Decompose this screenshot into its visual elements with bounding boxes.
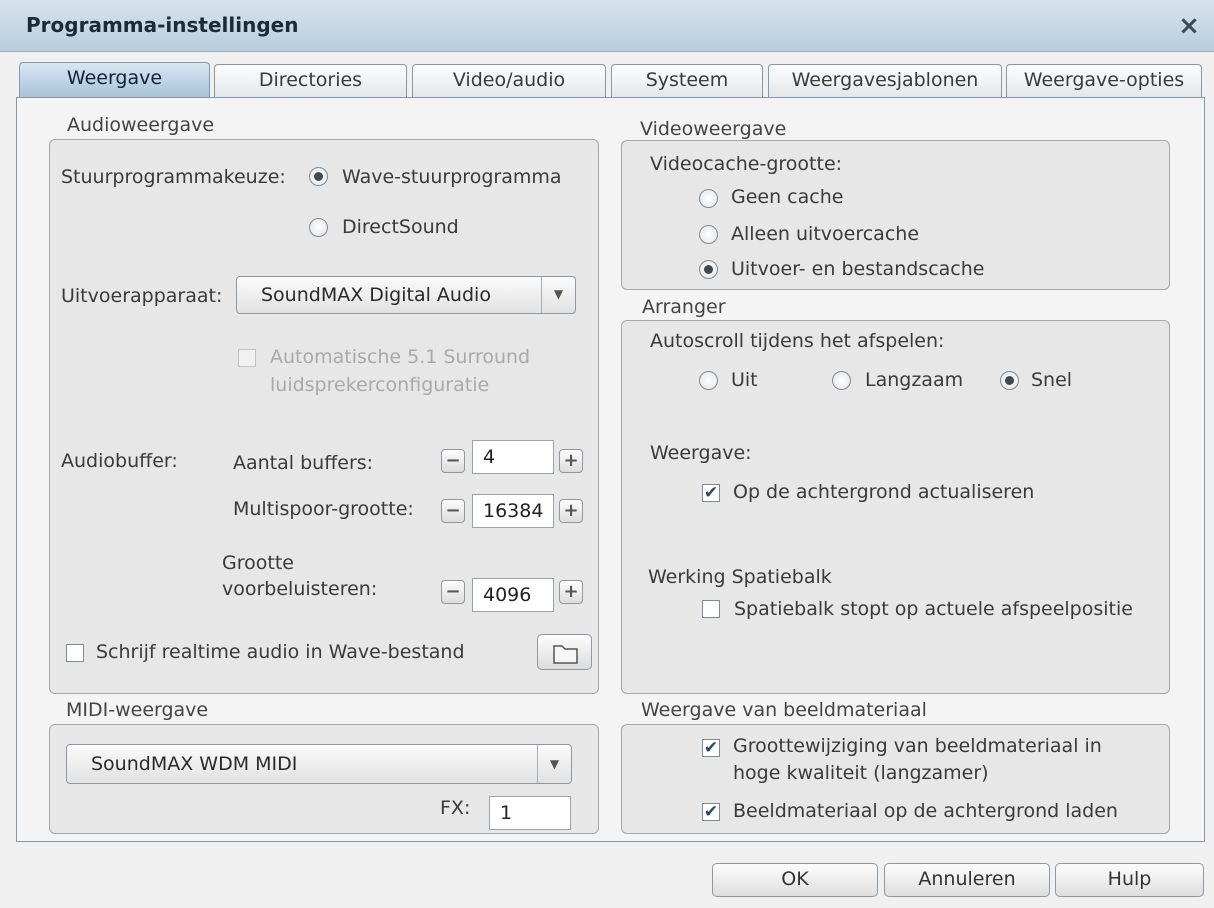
midi-group-title: MIDI-weergave xyxy=(66,699,209,721)
fx-input[interactable]: 1 xyxy=(489,796,571,830)
midi-device-combo[interactable]: SoundMAX WDM MIDI ▼ xyxy=(66,744,572,784)
surround-label-2: luidsprekerconfiguratie xyxy=(270,374,490,396)
radio-autoscroll-slow[interactable] xyxy=(832,371,851,390)
no-cache-label: Geen cache xyxy=(731,186,844,208)
preview-input[interactable]: 4096 xyxy=(472,578,554,612)
display-label: Weergave: xyxy=(650,442,752,464)
radio-autoscroll-fast[interactable] xyxy=(1000,371,1019,390)
autoscroll-fast-label: Snel xyxy=(1031,369,1073,391)
audio-group-title: Audioweergave xyxy=(67,114,215,136)
spacebar-label: Werking Spatiebalk xyxy=(648,566,832,588)
tab-video-audio[interactable]: Video/audio xyxy=(412,64,606,98)
surround-label-1: Automatische 5.1 Surround xyxy=(270,346,531,368)
folder-icon xyxy=(553,645,578,664)
tab-systeem[interactable]: Systeem xyxy=(611,64,763,98)
preview-label-2: voorbeluisteren: xyxy=(222,578,378,600)
help-button[interactable]: Hulp xyxy=(1055,863,1204,897)
buffers-input[interactable]: 4 xyxy=(472,440,554,474)
resize-quality-label-1: Groottewijziging van beeldmateriaal in xyxy=(733,735,1102,757)
multitrack-plus-button[interactable]: + xyxy=(559,499,583,523)
multitrack-input[interactable]: 16384 xyxy=(472,494,554,528)
chevron-down-icon[interactable]: ▼ xyxy=(537,745,571,783)
preview-plus-button[interactable]: + xyxy=(559,580,583,604)
wave-driver-label: Wave-stuurprogramma xyxy=(342,166,562,188)
preview-minus-button[interactable]: − xyxy=(441,580,465,604)
resize-quality-checkbox[interactable]: ✔ xyxy=(702,739,720,757)
browse-folder-button[interactable] xyxy=(537,634,592,670)
autoscroll-off-label: Uit xyxy=(731,369,758,391)
autoscroll-label: Autoscroll tijdens het afspelen: xyxy=(650,330,945,352)
arranger-group-title: Arranger xyxy=(642,296,726,318)
resize-quality-label-2: hoge kwaliteit (langzamer) xyxy=(733,762,989,784)
radio-autoscroll-off[interactable] xyxy=(699,371,718,390)
radio-output-file-cache[interactable] xyxy=(699,260,718,279)
videocache-label: Videocache-grootte: xyxy=(650,153,843,175)
background-load-label: Beeldmateriaal op de achtergrond laden xyxy=(733,800,1118,822)
audiobuffer-label: Audiobuffer: xyxy=(61,450,178,472)
images-group-title: Weergave van beeldmateriaal xyxy=(641,699,927,721)
tab-weergavesjablonen[interactable]: Weergavesjablonen xyxy=(768,64,1002,98)
tab-directories[interactable]: Directories xyxy=(214,64,407,98)
buffers-minus-button[interactable]: − xyxy=(441,449,465,473)
directsound-label: DirectSound xyxy=(342,216,459,238)
preview-label-1: Grootte xyxy=(222,552,294,574)
output-device-label: Uitvoerapparaat: xyxy=(61,285,223,307)
realtime-audio-label: Schrijf realtime audio in Wave-bestand xyxy=(96,641,465,663)
autoscroll-slow-label: Langzaam xyxy=(865,369,964,391)
multitrack-label: Multispoor-grootte: xyxy=(233,498,414,520)
video-group-title: Videoweergave xyxy=(640,118,787,140)
output-device-combo[interactable]: SoundMAX Digital Audio ▼ xyxy=(236,276,576,314)
background-load-checkbox[interactable]: ✔ xyxy=(702,803,720,821)
radio-output-cache[interactable] xyxy=(699,225,718,244)
tab-weergave-opties[interactable]: Weergave-opties xyxy=(1006,64,1202,98)
background-update-checkbox[interactable]: ✔ xyxy=(702,484,720,502)
window-title: Programma-instellingen xyxy=(26,13,299,37)
spacebar-option-label: Spatiebalk stopt op actuele afspeelposit… xyxy=(734,598,1133,620)
buffers-label: Aantal buffers: xyxy=(233,452,374,474)
midi-device-value: SoundMAX WDM MIDI xyxy=(91,753,298,775)
realtime-audio-checkbox[interactable] xyxy=(66,644,84,662)
radio-wave-driver[interactable] xyxy=(309,167,328,186)
output-device-value: SoundMAX Digital Audio xyxy=(261,284,491,306)
multitrack-minus-button[interactable]: − xyxy=(441,499,465,523)
driver-label: Stuurprogrammakeuze: xyxy=(61,166,286,188)
output-cache-label: Alleen uitvoercache xyxy=(731,223,920,245)
output-file-cache-label: Uitvoer- en bestandscache xyxy=(731,258,985,280)
fx-label: FX: xyxy=(440,797,471,819)
ok-button[interactable]: OK xyxy=(712,863,878,897)
tab-weergave[interactable]: Weergave xyxy=(19,62,210,99)
cancel-button[interactable]: Annuleren xyxy=(884,863,1050,897)
surround-checkbox[interactable] xyxy=(238,349,256,367)
buffers-plus-button[interactable]: + xyxy=(559,449,583,473)
radio-directsound[interactable] xyxy=(309,218,328,237)
chevron-down-icon[interactable]: ▼ xyxy=(541,277,575,313)
close-icon[interactable]: × xyxy=(1174,11,1204,41)
background-update-label: Op de achtergrond actualiseren xyxy=(733,481,1035,503)
spacebar-checkbox[interactable] xyxy=(702,600,720,618)
radio-no-cache[interactable] xyxy=(699,189,718,208)
